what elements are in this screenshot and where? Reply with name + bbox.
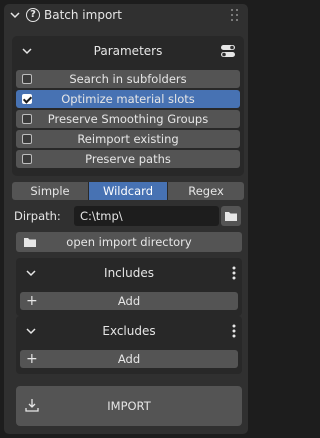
option-label: Search in subfolders: [69, 72, 187, 86]
option-reimport-existing[interactable]: Reimport existing: [16, 130, 240, 148]
excludes-label: Excludes: [102, 324, 156, 338]
panel-title: Batch import: [44, 8, 122, 22]
more-options-icon[interactable]: [232, 324, 236, 338]
dirpath-input[interactable]: C:\tmp\: [74, 206, 219, 226]
option-label: Preserve Smoothing Groups: [47, 112, 209, 126]
excludes-add-button[interactable]: + Add: [20, 350, 238, 368]
excludes-header[interactable]: Excludes: [16, 320, 242, 342]
excludes-section: Excludes + Add: [16, 316, 242, 374]
batch-import-panel: ? Batch import Parameters Search in subf…: [4, 4, 248, 434]
parameters-header[interactable]: Parameters: [12, 40, 244, 62]
parameters-section: Parameters Search in subfolders Optimize…: [12, 36, 244, 176]
chevron-down-icon[interactable]: [10, 10, 20, 20]
includes-label: Includes: [104, 266, 154, 280]
toggle-settings-icon[interactable]: [220, 44, 236, 58]
tab-simple[interactable]: Simple: [12, 182, 88, 200]
includes-section: Includes + Add: [16, 258, 242, 316]
dirpath-label: Dirpath:: [14, 209, 61, 223]
add-label: Add: [117, 294, 141, 308]
help-icon[interactable]: ?: [26, 8, 40, 22]
tab-wildcard[interactable]: Wildcard: [89, 182, 167, 200]
import-label: IMPORT: [107, 399, 151, 413]
open-import-directory-button[interactable]: open import directory: [16, 232, 242, 252]
folder-icon: [225, 212, 237, 221]
option-label: Optimize material slots: [61, 92, 195, 106]
includes-add-button[interactable]: + Add: [20, 292, 238, 310]
option-preserve-smoothing-groups[interactable]: Preserve Smoothing Groups: [16, 110, 240, 128]
open-import-directory-label: open import directory: [66, 235, 192, 249]
tab-regex[interactable]: Regex: [168, 182, 244, 200]
browse-folder-button[interactable]: [221, 206, 241, 226]
import-button[interactable]: IMPORT: [16, 386, 242, 426]
mode-tabs: Simple Wildcard Regex: [12, 182, 244, 200]
includes-header[interactable]: Includes: [16, 262, 242, 284]
drag-handle-icon[interactable]: [230, 8, 242, 22]
option-search-subfolders[interactable]: Search in subfolders: [16, 70, 240, 88]
option-label: Reimport existing: [77, 132, 179, 146]
option-label: Preserve paths: [85, 152, 171, 166]
more-options-icon[interactable]: [232, 266, 236, 280]
add-label: Add: [117, 352, 141, 366]
panel-header[interactable]: ? Batch import: [4, 4, 248, 28]
parameters-label: Parameters: [93, 44, 163, 58]
option-optimize-material-slots[interactable]: Optimize material slots: [16, 90, 240, 108]
option-preserve-paths[interactable]: Preserve paths: [16, 150, 240, 168]
